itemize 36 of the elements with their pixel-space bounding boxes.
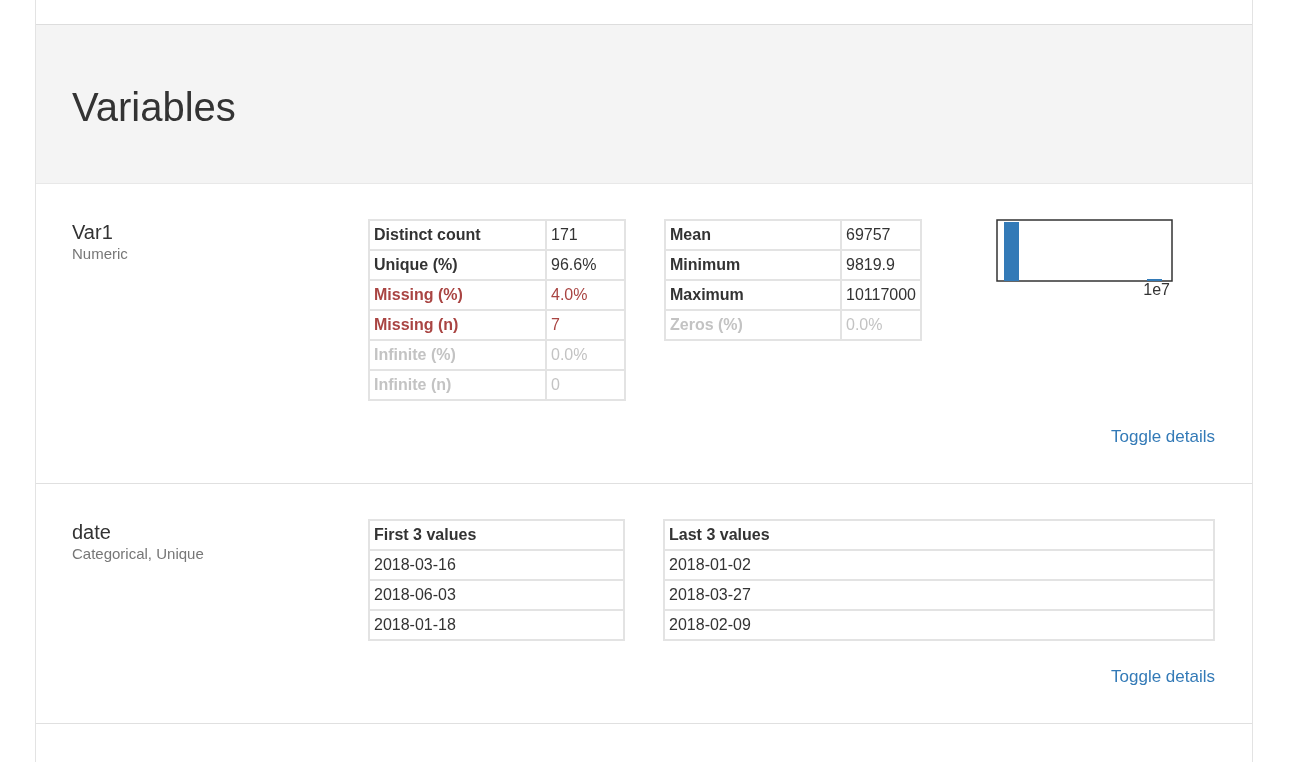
section-title: Variables [72, 83, 236, 130]
stat-value: 0.0% [546, 340, 625, 370]
variable-type: Categorical, Unique [72, 545, 205, 563]
stat-label: Infinite (%) [369, 340, 546, 370]
stat-label: Missing (%) [369, 280, 546, 310]
stat-value: 96.6% [546, 250, 625, 280]
stat-value: 0.0% [841, 310, 921, 340]
stat-value: 4.0% [546, 280, 625, 310]
stat-label: Maximum [665, 280, 841, 310]
value-cell: 2018-03-16 [369, 550, 625, 580]
stat-value: 7 [546, 310, 625, 340]
value-cell: 2018-03-27 [664, 580, 1214, 610]
stat-label: Unique (%) [369, 250, 546, 280]
stat-label: Distinct count [369, 220, 546, 250]
stat-label: Missing (n) [369, 310, 546, 340]
stat-value: 69757 [841, 220, 921, 250]
variable-name: Var1 [72, 220, 114, 245]
stat-value: 171 [546, 220, 625, 250]
value-cell: 2018-06-03 [369, 580, 625, 610]
variable-type: Numeric [72, 245, 129, 263]
stat-label: Mean [665, 220, 841, 250]
toggle-details-link[interactable]: Toggle details [1111, 427, 1215, 447]
toggle-details-link[interactable]: Toggle details [1111, 667, 1215, 687]
variable-name: date [72, 520, 112, 545]
stat-label: Infinite (n) [369, 370, 546, 400]
value-cell: 2018-02-09 [664, 610, 1214, 640]
stat-value: 0 [546, 370, 625, 400]
values-header: First 3 values [369, 520, 625, 550]
values-header: Last 3 values [664, 520, 1214, 550]
stat-label: Minimum [665, 250, 841, 280]
stat-label: Zeros (%) [665, 310, 841, 340]
stat-value: 10117000 [841, 280, 921, 310]
value-cell: 2018-01-18 [369, 610, 625, 640]
stat-value: 9819.9 [841, 250, 921, 280]
value-cell: 2018-01-02 [664, 550, 1214, 580]
axis-label: 1e7 [1143, 281, 1170, 299]
